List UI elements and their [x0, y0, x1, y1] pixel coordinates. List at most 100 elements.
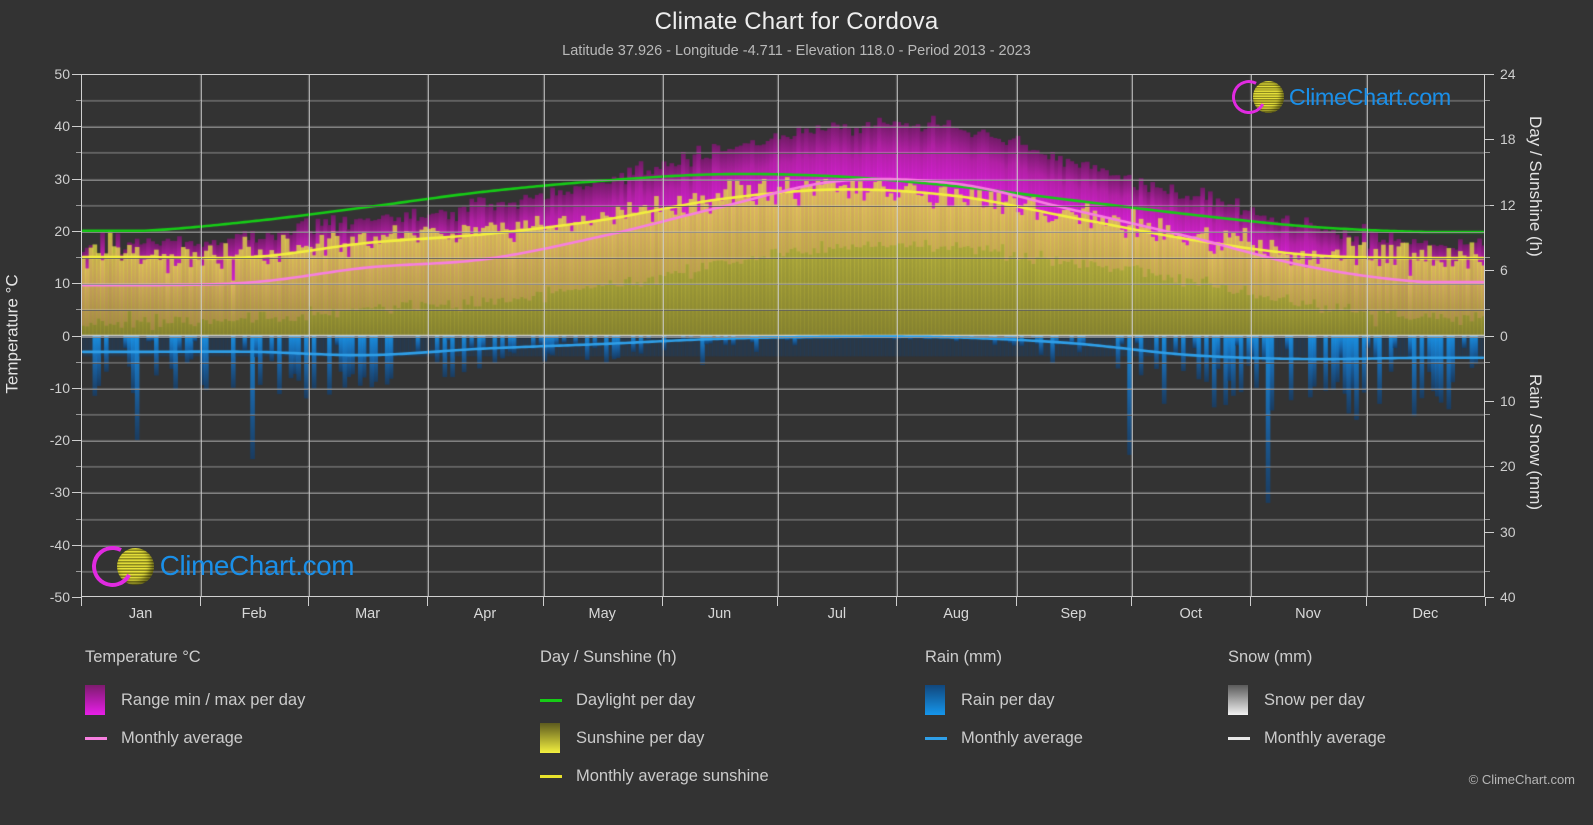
plot-area — [81, 74, 1485, 597]
y-axis-right-top-tick: 12 — [1500, 196, 1516, 213]
legend-item[interactable]: Monthly average sunshine — [540, 757, 769, 795]
legend-swatch — [925, 736, 947, 740]
y-axis-left-tick: -20 — [49, 432, 70, 449]
tick-mark-minor — [1485, 518, 1490, 520]
y-axis-left-tick: -10 — [49, 379, 70, 396]
tick-mark — [72, 544, 81, 546]
legend-swatch — [540, 774, 562, 778]
legend-item[interactable]: Sunshine per day — [540, 719, 769, 757]
legend-swatch-box-icon — [85, 685, 109, 715]
legend-group-snow-mm: Snow (mm) Snow per day Monthly average — [1228, 648, 1386, 757]
tick-mark — [1485, 597, 1494, 598]
y-axis-left-tick: -30 — [49, 484, 70, 501]
legend-swatch-line-icon — [925, 736, 949, 740]
tick-mark-minor — [1485, 466, 1490, 468]
tick-mark — [72, 440, 81, 442]
tick-mark-minor — [76, 257, 81, 259]
legend-swatch-box-icon — [540, 723, 564, 753]
legend-group-title: Rain (mm) — [925, 648, 1002, 666]
legend-group-title: Snow (mm) — [1228, 648, 1313, 666]
legend-item-label: Monthly average — [121, 728, 243, 747]
x-axis-tick-mark — [1250, 597, 1252, 606]
tick-mark-minor — [76, 204, 81, 206]
tick-mark-minor — [76, 309, 81, 311]
y-axis-right-top-tick: 6 — [1500, 262, 1508, 279]
tick-mark-minor — [1485, 152, 1490, 154]
x-axis-tick-mark — [777, 597, 779, 606]
legend-item-label: Sunshine per day — [576, 728, 705, 747]
y-axis-left-tick: 40 — [54, 118, 70, 135]
y-axis-right-bottom-tick: 20 — [1500, 458, 1516, 475]
legend-item-label: Monthly average — [961, 728, 1083, 747]
tick-mark-minor — [1485, 257, 1490, 259]
tick-mark-minor — [1485, 204, 1490, 206]
tick-mark-minor — [76, 413, 81, 415]
climechart-logo-watermark: ClimeChart.com — [86, 540, 355, 593]
legend-item-label: Monthly average sunshine — [576, 766, 769, 785]
tick-mark — [72, 335, 81, 337]
chart-subtitle: Latitude 37.926 - Longitude -4.711 - Ele… — [562, 43, 1031, 59]
tick-mark-minor — [76, 152, 81, 154]
y-axis-right-bottom-tick: 30 — [1500, 523, 1516, 540]
legend-swatch — [85, 685, 105, 715]
legend-group-title: Temperature °C — [85, 648, 201, 666]
legend-swatch — [1228, 736, 1250, 740]
legend-item[interactable]: Monthly average — [85, 719, 305, 757]
y-axis-left-tick: 30 — [54, 170, 70, 187]
legend-swatch — [540, 698, 562, 702]
tick-mark — [72, 126, 81, 128]
legend-item[interactable]: Snow per day — [1228, 681, 1386, 719]
x-axis-tick-apr: Apr — [473, 606, 497, 622]
x-axis-tick-jun: Jun — [707, 606, 732, 622]
legend-swatch-line-icon — [85, 736, 109, 740]
x-axis-tick-mark — [200, 597, 202, 606]
x-axis-tick-jan: Jan — [128, 606, 153, 622]
tick-mark — [1485, 400, 1494, 402]
legend-item[interactable]: Rain per day — [925, 681, 1083, 719]
x-axis-tick-feb: Feb — [241, 606, 267, 622]
x-axis-tick-mark — [81, 597, 82, 606]
tick-mark — [1485, 270, 1494, 272]
legend-item-label: Range min / max per day — [121, 690, 306, 709]
y-axis-left-tick: 50 — [54, 66, 70, 82]
x-axis-tick-may: May — [588, 606, 616, 622]
y-axis-left-tick: 0 — [62, 327, 70, 344]
legend-swatch — [85, 736, 107, 740]
tick-mark-minor — [1485, 570, 1490, 572]
legend-swatch-line-icon — [1228, 736, 1252, 740]
y-axis-right-top-tick: 18 — [1500, 131, 1516, 148]
tick-mark — [1485, 74, 1494, 75]
y-axis-right-top-tick: 0 — [1500, 327, 1508, 344]
tick-mark — [72, 387, 81, 389]
tick-mark-minor — [76, 518, 81, 520]
legend-item-label: Monthly average — [1264, 728, 1386, 747]
tick-mark — [72, 597, 81, 598]
y-axis-right-bottom-tick: 40 — [1500, 589, 1516, 605]
legend-item[interactable]: Monthly average — [925, 719, 1083, 757]
legend-swatch-line-icon — [540, 698, 564, 702]
chart-legend: Temperature °C Range min / max per day Mon… — [0, 648, 1593, 823]
x-axis-tick-mark — [1485, 597, 1486, 606]
tick-mark-minor — [76, 570, 81, 572]
tick-mark-minor — [76, 100, 81, 102]
x-axis-tick-mark — [661, 597, 663, 606]
tick-mark — [72, 283, 81, 285]
x-axis-tick-mark — [896, 597, 898, 606]
y-axis-left-tick: 10 — [54, 275, 70, 292]
logo-text-watermark: ClimeChart.com — [159, 550, 355, 582]
tick-mark-minor — [1485, 361, 1490, 363]
tick-mark — [72, 230, 81, 232]
legend-item[interactable]: Monthly average — [1228, 719, 1386, 757]
legend-swatch — [1228, 685, 1248, 715]
legend-item[interactable]: Range min / max per day — [85, 681, 305, 719]
y-axis-right-top-tick: 24 — [1500, 66, 1516, 82]
x-axis-tick-oct: Oct — [1179, 606, 1203, 622]
tick-mark-minor — [1485, 100, 1490, 102]
legend-item[interactable]: Daylight per day — [540, 681, 769, 719]
x-axis-tick-aug: Aug — [943, 606, 969, 622]
legend-item-label: Rain per day — [961, 690, 1055, 709]
tick-mark — [72, 74, 81, 75]
legend-group-title: Day / Sunshine (h) — [540, 648, 677, 666]
legend-item-label: Daylight per day — [576, 690, 696, 709]
x-axis-tick-mark — [427, 597, 429, 606]
